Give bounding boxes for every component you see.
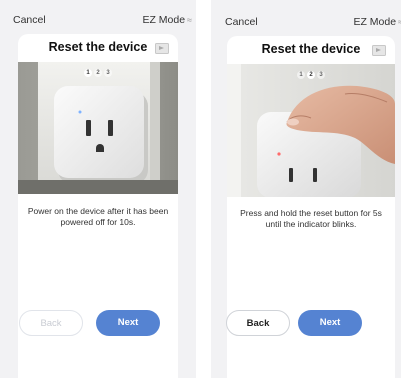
wifi-icon: ≈ bbox=[187, 15, 192, 25]
step-indicator: 1 2 3 bbox=[84, 69, 112, 77]
step-1: 1 bbox=[297, 71, 305, 79]
plug-photo: 1 2 3 bbox=[227, 64, 395, 197]
card-title: Reset the device bbox=[261, 42, 361, 56]
next-button[interactable]: Next bbox=[298, 310, 362, 336]
back-button[interactable]: Back bbox=[226, 310, 290, 336]
instruction-text: Power on the device after it has been po… bbox=[27, 206, 169, 227]
instruction-text: Press and hold the reset button for 5s u… bbox=[240, 208, 382, 229]
mode-label: EZ Mode bbox=[353, 16, 397, 28]
step-3: 3 bbox=[317, 71, 325, 79]
mode-switch[interactable]: EZ Mode ≈ bbox=[353, 16, 401, 28]
hand-pressing-plug-image bbox=[227, 64, 395, 197]
mode-label: EZ Mode bbox=[142, 14, 186, 26]
top-bar: Cancel EZ Mode ≈ bbox=[0, 0, 196, 34]
video-icon[interactable] bbox=[372, 45, 386, 56]
step-1: 1 bbox=[84, 69, 92, 77]
next-button[interactable]: Next bbox=[96, 310, 160, 336]
step-indicator: 1 2 3 bbox=[297, 71, 325, 79]
cancel-button[interactable]: Cancel bbox=[225, 16, 258, 28]
screen-step-1: Cancel EZ Mode ≈ Reset the device 1 2 3 … bbox=[0, 0, 196, 378]
back-button[interactable]: Back bbox=[19, 310, 83, 336]
step-2: 2 bbox=[94, 69, 102, 77]
smart-plug-image bbox=[18, 62, 178, 194]
card-title: Reset the device bbox=[48, 40, 148, 54]
screen-step-2: Cancel EZ Mode ≈ Reset the device 1 2 3 … bbox=[211, 0, 401, 378]
step-3: 3 bbox=[104, 69, 112, 77]
step-2: 2 bbox=[307, 71, 315, 79]
top-bar: Cancel EZ Mode ≈ bbox=[211, 0, 401, 34]
mode-switch[interactable]: EZ Mode ≈ bbox=[142, 14, 192, 26]
video-icon[interactable] bbox=[155, 43, 169, 54]
plug-photo: 1 2 3 bbox=[18, 62, 178, 194]
cancel-button[interactable]: Cancel bbox=[13, 14, 46, 26]
